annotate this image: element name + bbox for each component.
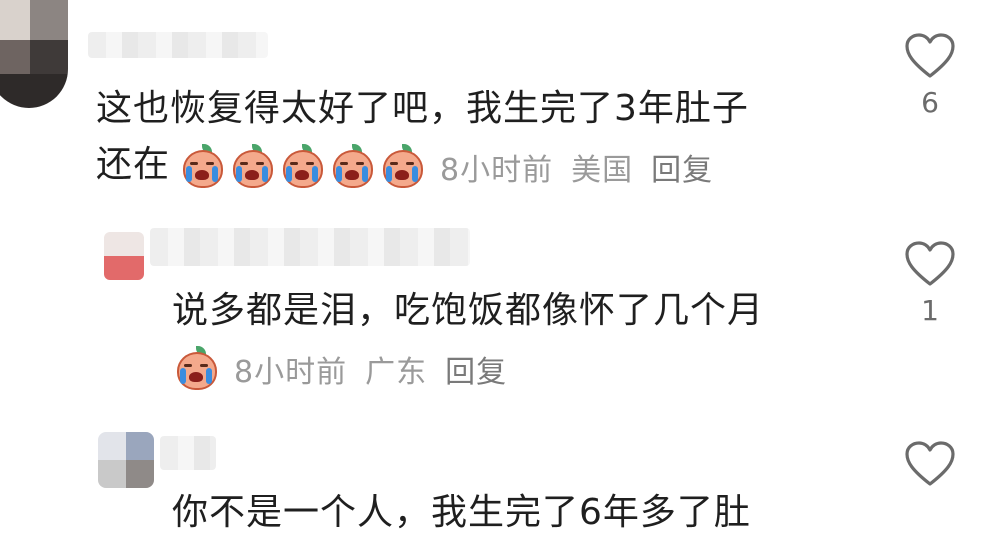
crying-emoji-icon [330, 144, 376, 190]
user-avatar[interactable] [104, 232, 144, 280]
username-blurred[interactable] [150, 228, 470, 266]
comment-location: 美国 [571, 153, 634, 188]
crying-emoji-icon [180, 144, 226, 190]
user-avatar[interactable] [0, 0, 68, 108]
comment-text: 说多都是泪，吃饱饭都像怀了几个月 [172, 290, 765, 331]
like-count: 6 [921, 86, 939, 119]
crying-emoji-icon [174, 346, 220, 392]
heart-outline-icon [905, 33, 955, 78]
reply-button[interactable]: 回复 [651, 145, 713, 189]
crying-emoji-icon [280, 144, 326, 190]
comment-time: 8小时前 [440, 153, 554, 188]
crying-emoji-icon [380, 144, 426, 190]
like-button[interactable]: 1 [898, 240, 962, 326]
emoji-group [180, 144, 426, 190]
comment-text-line2: 还在 [96, 144, 171, 185]
user-avatar[interactable] [98, 432, 154, 488]
emoji-group [174, 346, 220, 392]
comment-meta: 8小时前 广东 回复 [174, 344, 507, 394]
like-count: 1 [921, 294, 939, 327]
comment-list: 这也恢复得太好了吧，我生完了3年肚子 还在 8小时前 美国 回复 6 说多都是泪… [0, 0, 1003, 549]
heart-outline-icon [905, 241, 955, 286]
username-blurred[interactable] [160, 436, 216, 470]
reply-button[interactable]: 回复 [445, 347, 507, 391]
comment-text: 你不是一个人，我生完了6年多了肚 [172, 492, 751, 533]
like-button[interactable] [898, 440, 962, 488]
username-blurred[interactable] [88, 32, 268, 58]
heart-outline-icon [905, 441, 955, 486]
crying-emoji-icon [230, 144, 276, 190]
comment-location: 广东 [365, 355, 428, 390]
comment-meta: 8小时前 美国 回复 [180, 142, 713, 192]
comment-time: 8小时前 [234, 355, 348, 390]
comment-text: 这也恢复得太好了吧，我生完了3年肚子 [96, 88, 749, 129]
like-button[interactable]: 6 [898, 32, 962, 118]
